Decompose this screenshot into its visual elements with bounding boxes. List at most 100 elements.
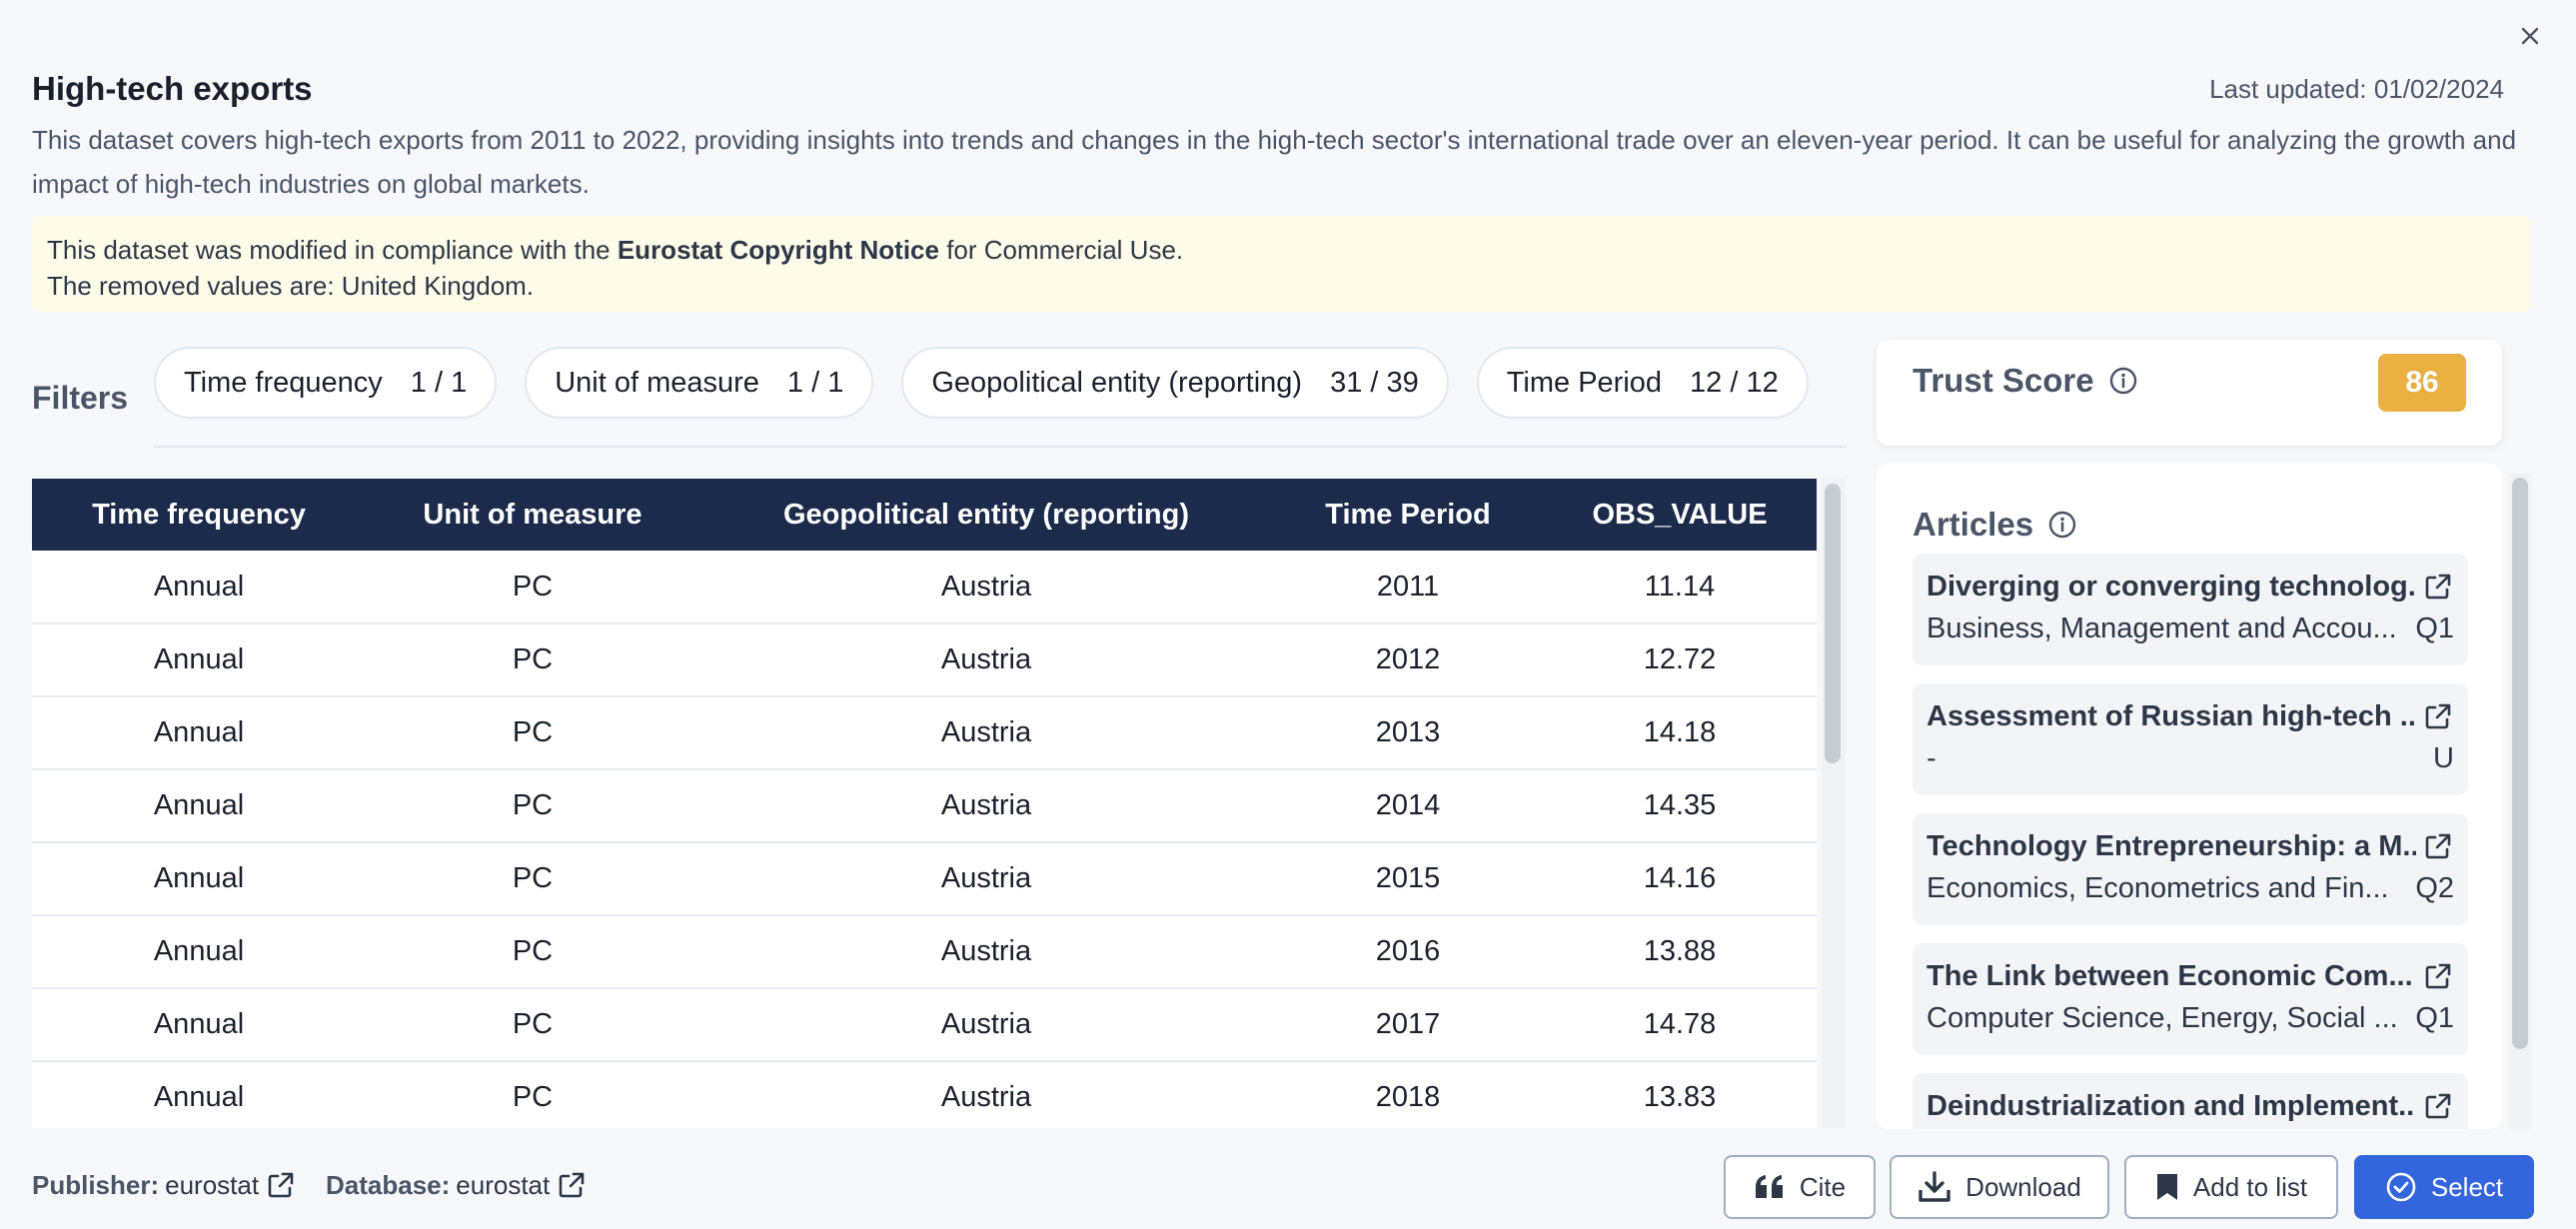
check-circle-icon [2386,1172,2416,1202]
table-cell: 14.35 [1543,769,1817,843]
database-value: eurostat [456,1169,551,1200]
article-subject: Computer Science, Energy, Social ... [1927,1001,2398,1034]
external-link-icon[interactable] [2422,571,2454,603]
copyright-notice-link: Eurostat Copyright Notice [617,235,939,265]
table-cell: Austria [699,842,1273,916]
external-link-icon[interactable] [2422,700,2454,732]
table-scrollbar-thumb[interactable] [1825,484,1841,763]
filter-chip-time-frequency[interactable]: Time frequency 1 / 1 [154,347,498,419]
filter-chip-time-period[interactable]: Time Period 12 / 12 [1476,347,1809,419]
article-title: Deindustrialization and Implement... [1927,1089,2416,1122]
publisher-value: eurostat [165,1169,260,1200]
article-subject: Economics, Econometrics and Fin... [1927,871,2389,904]
external-link-icon[interactable] [2422,830,2454,862]
close-icon [2521,27,2539,45]
table-cell: 11.14 [1543,551,1817,624]
table-cell: Austria [699,915,1273,989]
download-button[interactable]: Download [1890,1155,2109,1219]
add-to-list-label: Add to list [2192,1171,2308,1202]
download-label: Download [1965,1171,2081,1202]
trust-score-card: Trust Score 86 [1877,340,2502,446]
article-item[interactable]: Deindustrialization and Implement... [1913,1073,2468,1129]
cite-button[interactable]: Cite [1724,1155,1876,1219]
dataset-title: High-tech exports [32,70,313,107]
table-cell: PC [366,551,699,624]
table-cell: 12.72 [1543,623,1817,697]
trust-score-label: Trust Score [1913,362,2094,399]
table-cell: Annual [32,769,366,843]
filters-label: Filters [32,380,129,416]
table-row: Annual PC Austria 2015 14.16 [32,842,1817,916]
database-label: Database: [326,1169,451,1200]
article-quartile: U [2433,741,2454,774]
table-cell: Austria [699,1061,1273,1128]
article-quartile: Q1 [2415,612,2454,644]
notice-line-1: This dataset was modified in compliance … [47,235,1184,265]
external-link-icon[interactable] [2422,1090,2454,1122]
article-item[interactable]: Assessment of Russian high-tech ... - U [1913,683,2468,795]
table-header-row: Time frequency Unit of measure Geopoliti… [32,479,1817,551]
bookmark-icon [2156,1174,2177,1200]
table-row: Annual PC Austria 2013 14.18 [32,696,1817,770]
table-cell: Austria [699,769,1273,843]
article-title: Diverging or converging technolog... [1927,570,2416,603]
table-row: Annual PC Austria 2011 11.14 [32,551,1817,624]
table-cell: Annual [32,1061,366,1128]
table-cell: Annual [32,551,366,624]
table-cell: Annual [32,915,366,989]
table-cell: PC [366,769,699,843]
table-cell: Annual [32,988,366,1062]
column-header[interactable]: Geopolitical entity (reporting) [699,479,1273,551]
table-cell: 2013 [1273,696,1543,770]
table-cell: PC [366,1061,699,1128]
table-cell: 2018 [1273,1061,1543,1128]
download-icon [1919,1171,1950,1202]
table-cell: 14.16 [1543,842,1817,916]
filter-chips: Time frequency 1 / 1 Unit of measure 1 / 1… [154,347,1809,419]
table-cell: PC [366,696,699,770]
table-cell: 13.88 [1543,915,1817,989]
filter-chip-unit-of-measure[interactable]: Unit of measure 1 / 1 [525,347,874,419]
article-item[interactable]: Technology Entrepreneurship: a M... Econ… [1913,813,2468,925]
info-icon[interactable] [2047,510,2077,540]
data-table: Time frequency Unit of measure Geopoliti… [32,479,1817,1128]
article-item[interactable]: The Link between Economic Com... Compute… [1913,943,2468,1055]
table-cell: 2017 [1273,988,1543,1062]
last-updated: Last updated: 01/02/2024 [2209,74,2504,104]
column-header[interactable]: Time frequency [32,479,366,551]
table-cell: Austria [699,623,1273,697]
article-item[interactable]: Diverging or converging technolog... Bus… [1913,554,2468,665]
table-cell: Austria [699,988,1273,1062]
select-button[interactable]: Select [2354,1155,2534,1219]
table-cell: 13.83 [1543,1061,1817,1128]
publisher-info: Publisher: eurostat [32,1169,297,1201]
dataset-description: This dataset covers high-tech exports fr… [32,125,2517,199]
compliance-notice: This dataset was modified in compliance … [32,216,2532,312]
close-button[interactable] [2514,20,2546,52]
column-header[interactable]: OBS_VALUE [1543,479,1817,551]
article-title: Assessment of Russian high-tech ... [1927,699,2416,732]
article-subject: Business, Management and Accou... [1927,612,2397,644]
table-cell: 2016 [1273,915,1543,989]
table-cell: 2014 [1273,769,1543,843]
database-info: Database: eurostat [326,1169,588,1201]
table-cell: PC [366,988,699,1062]
add-to-list-button[interactable]: Add to list [2124,1155,2338,1219]
trust-score-heading: Trust Score [1913,362,2138,400]
column-header[interactable]: Time Period [1273,479,1543,551]
articles-heading: Articles [1913,506,2077,544]
table-cell: 14.78 [1543,988,1817,1062]
table-cell: 2011 [1273,551,1543,624]
divider [154,446,1847,448]
article-quartile: Q2 [2415,871,2454,904]
filter-chip-geopolitical-entity[interactable]: Geopolitical entity (reporting) 31 / 39 [901,347,1449,419]
info-icon[interactable] [2108,366,2138,396]
column-header[interactable]: Unit of measure [366,479,699,551]
table-cell: Austria [699,551,1273,624]
external-link-icon[interactable] [2422,960,2454,992]
article-title: Technology Entrepreneurship: a M... [1927,829,2416,862]
side-panel-scrollbar-thumb[interactable] [2512,478,2528,1049]
external-link-icon[interactable] [556,1169,588,1201]
external-link-icon[interactable] [265,1169,297,1201]
notice-line-2: The removed values are: United Kingdom. [47,271,535,301]
